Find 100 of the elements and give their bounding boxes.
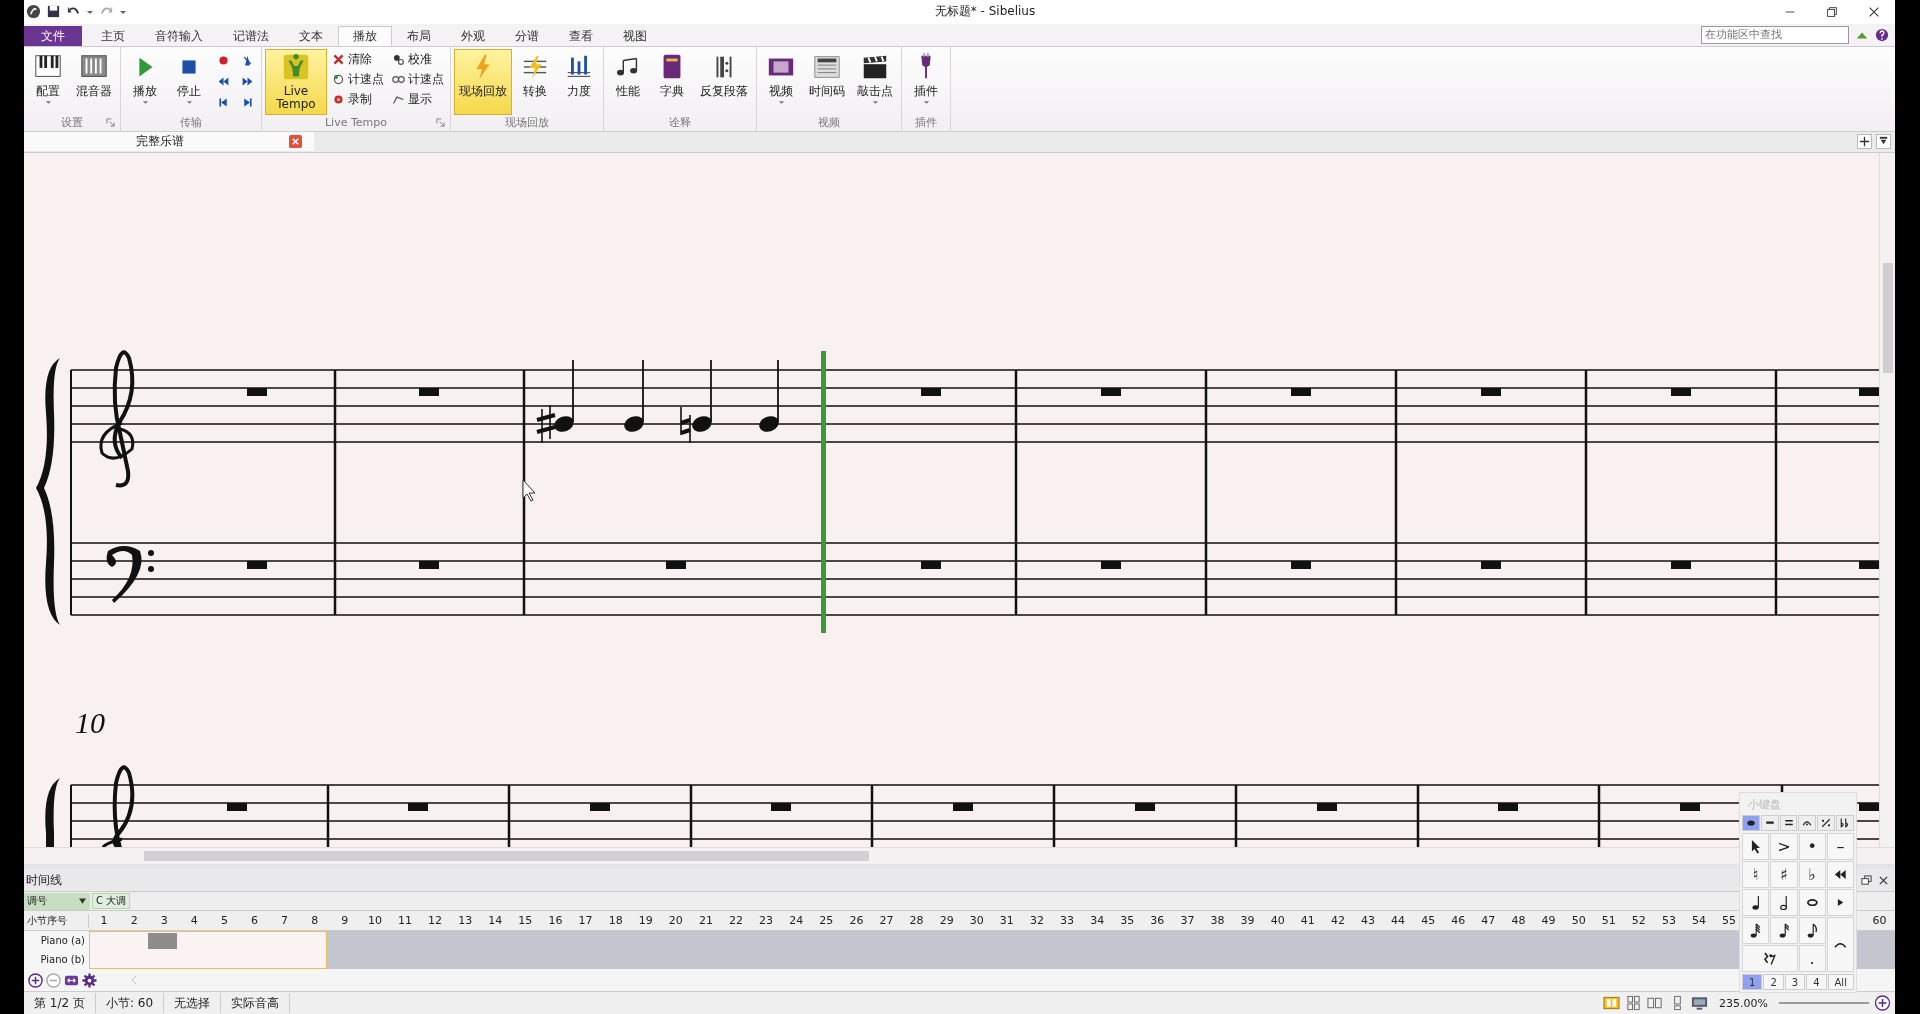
ribbon-button[interactable]: 性能 xyxy=(607,48,649,115)
ribbon-button[interactable]: 播放 xyxy=(124,48,166,115)
whole-rest xyxy=(419,560,439,569)
keypad-layout-button[interactable]: 3 xyxy=(1784,974,1806,990)
keypad-key[interactable]: . xyxy=(1798,945,1826,972)
whole-rest xyxy=(1291,560,1311,569)
whole-rest xyxy=(1498,802,1518,811)
whole-rest xyxy=(1481,387,1501,396)
dialog-launcher-icon[interactable] xyxy=(436,118,445,128)
keypad-key[interactable] xyxy=(1826,861,1854,888)
keypad-tab[interactable] xyxy=(1836,815,1854,831)
ribbon-button[interactable]: 校准 xyxy=(389,50,447,69)
whole-rest xyxy=(1101,387,1121,396)
document-tab[interactable]: 完整乐谱 xyxy=(24,132,314,152)
keypad-key[interactable]: • xyxy=(1798,833,1826,860)
play-triangle-icon xyxy=(1836,898,1844,907)
whole-rest xyxy=(227,802,247,811)
ribbon-button[interactable]: 配置 xyxy=(27,48,69,115)
ribbon-button[interactable]: 停止 xyxy=(168,48,210,115)
bar-number: 27 xyxy=(878,914,895,928)
ribbon-tab[interactable]: 查看 xyxy=(554,25,608,46)
ribbon-tab[interactable]: 主页 xyxy=(86,25,140,46)
restore-icon[interactable] xyxy=(1825,4,1839,19)
help-icon[interactable] xyxy=(1875,27,1889,42)
keypad-key[interactable] xyxy=(1742,889,1770,916)
keypad-key[interactable]: ♮ xyxy=(1742,861,1770,888)
keypad-key[interactable]: ♯ xyxy=(1770,861,1798,888)
ribbon-button[interactable]: 显示 xyxy=(389,90,447,109)
keypad-key[interactable] xyxy=(1742,833,1770,860)
bar-number: 15 xyxy=(517,914,534,928)
whole-rest xyxy=(1671,387,1691,396)
keypad-tab[interactable] xyxy=(1779,815,1798,831)
ribbon-tab[interactable]: 视图 xyxy=(608,25,662,46)
bar-number: 30 xyxy=(968,914,985,928)
vertical-scrollbar[interactable] xyxy=(1879,152,1895,848)
ribbon-button[interactable]: 敲击点 xyxy=(852,48,898,115)
monitor-icon[interactable] xyxy=(1691,995,1709,1012)
save-icon[interactable] xyxy=(46,4,61,20)
ribbon-tab[interactable]: 外观 xyxy=(446,25,500,46)
ribbon-button[interactable]: 反复段落 xyxy=(695,48,753,115)
keypad-layout-button[interactable]: 4 xyxy=(1806,974,1827,990)
bar-number: 29 xyxy=(938,914,955,928)
ribbon-button[interactable]: 混音器 xyxy=(71,48,117,115)
whole-rest xyxy=(953,802,973,811)
zoom-in-icon[interactable] xyxy=(1874,995,1891,1012)
keypad-tab[interactable] xyxy=(1760,815,1779,831)
ribbon-button[interactable]: Live Tempo xyxy=(265,48,327,115)
keypad-tab[interactable] xyxy=(1742,815,1760,831)
window-title: 无标题* - Sibelius xyxy=(933,3,1036,21)
ribbon-button[interactable]: 计速点 xyxy=(329,70,387,89)
keypad-key[interactable]: > xyxy=(1770,833,1798,860)
page-view-icon[interactable] xyxy=(1603,995,1621,1012)
app-logo-icon[interactable] xyxy=(26,4,41,20)
ribbon-button[interactable]: 力度 xyxy=(558,48,600,115)
keypad-tab[interactable] xyxy=(1798,815,1817,831)
ribbon-tab[interactable]: 记谱法 xyxy=(218,25,284,46)
bar-number: 18 xyxy=(607,914,624,928)
keypad-layout-button[interactable]: 1 xyxy=(1742,974,1763,990)
whole-rest xyxy=(1859,802,1879,811)
keypad-key[interactable] xyxy=(1770,917,1798,944)
ribbon-button[interactable]: 字典 xyxy=(651,48,693,115)
bar-number: 1 xyxy=(99,914,109,928)
ribbon-tab[interactable]: 分谱 xyxy=(500,25,554,46)
zoom-in-icon[interactable] xyxy=(28,972,43,988)
keypad-key[interactable] xyxy=(1770,889,1798,916)
ribbon-button[interactable]: 计速点 xyxy=(389,70,447,89)
instrument-name[interactable]: Piano (a) xyxy=(40,935,85,947)
float-window-icon[interactable] xyxy=(1861,874,1872,886)
ribbon-tab[interactable]: 播放 xyxy=(338,25,392,46)
key-signature-marker[interactable]: C 大调 xyxy=(92,893,131,910)
ribbon-button[interactable]: 时间码 xyxy=(804,48,850,115)
keypad-key[interactable] xyxy=(1798,889,1826,916)
instrument-name[interactable]: Piano (b) xyxy=(40,954,85,966)
keypad-layout-button[interactable]: 2 xyxy=(1763,974,1784,990)
keypad-tab[interactable] xyxy=(1817,815,1836,831)
ribbon-button[interactable]: 转换 xyxy=(514,48,556,115)
key-signature-row-label[interactable]: 调号 xyxy=(24,892,90,910)
ribbon-button[interactable]: 插件 xyxy=(905,48,947,115)
plus-icon[interactable] xyxy=(1857,134,1872,150)
settings-icon[interactable] xyxy=(82,972,97,988)
ribbon-tab[interactable]: 文件 xyxy=(24,25,82,46)
ribbon-button[interactable]: 清除 xyxy=(329,50,387,69)
keypad-key[interactable] xyxy=(1742,945,1798,972)
ribbon-tab[interactable]: 文本 xyxy=(284,25,338,46)
ribbon-button[interactable]: 视频 xyxy=(760,48,802,115)
ribbon-button[interactable]: 录制 xyxy=(329,90,387,109)
keypad-key[interactable] xyxy=(1742,917,1770,944)
close-icon[interactable] xyxy=(1878,874,1889,886)
ribbon-tab[interactable]: 布局 xyxy=(392,25,446,46)
ribbon-tab[interactable]: 音符输入 xyxy=(140,25,218,46)
dialog-launcher-icon[interactable] xyxy=(106,118,115,128)
keypad-key[interactable] xyxy=(1798,917,1826,944)
keypad-layout-button[interactable]: All xyxy=(1827,974,1854,990)
group-label: 传输 xyxy=(180,115,202,131)
ribbon-button[interactable]: 现场回放 xyxy=(454,48,512,115)
ribbon-search-field[interactable]: 在功能区中查找 xyxy=(1701,25,1849,44)
keypad-key[interactable]: – xyxy=(1826,833,1854,860)
grid-view-icon[interactable] xyxy=(1625,995,1643,1012)
pin-icon[interactable] xyxy=(1876,134,1891,150)
keypad-key[interactable]: ♭ xyxy=(1798,861,1826,888)
